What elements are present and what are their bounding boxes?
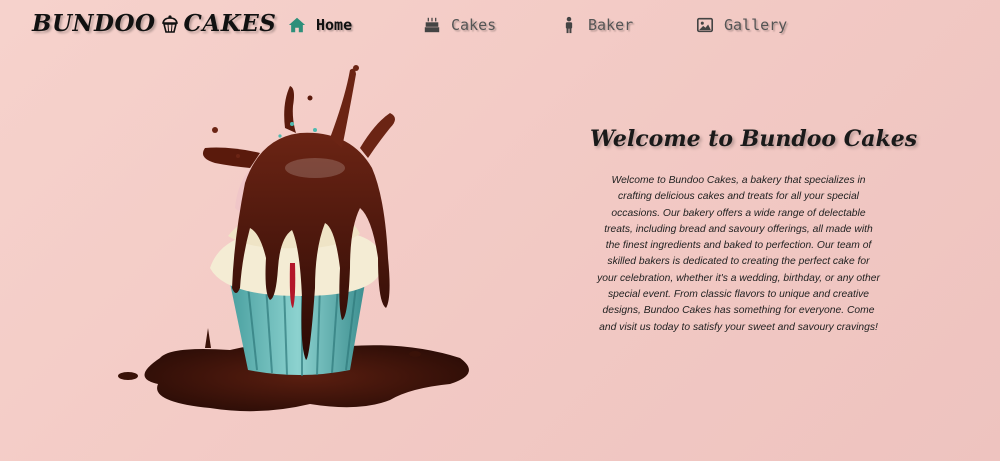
top-navbar: BUNDOO CAKES Home Cakes Baker Gallery xyxy=(0,0,1000,52)
logo-text-right: CAKES xyxy=(183,10,277,37)
nav-label-gallery: Gallery xyxy=(724,16,788,34)
nav-item-cakes[interactable]: Cakes xyxy=(423,14,496,36)
welcome-paragraph: Welcome to Bundoo Cakes, a bakery that s… xyxy=(597,175,880,333)
nav-item-home[interactable]: Home xyxy=(288,14,352,36)
nav-label-cakes: Cakes xyxy=(451,16,497,34)
nav-item-baker[interactable]: Baker xyxy=(560,14,633,36)
birthday-cake-icon xyxy=(424,17,440,33)
cupcake-hero-image xyxy=(118,65,469,412)
nav-item-gallery[interactable]: Gallery xyxy=(696,14,787,36)
home-icon xyxy=(288,17,306,33)
image-icon xyxy=(696,17,714,33)
welcome-title: Welcome to Bundoo Cakes xyxy=(590,126,918,152)
logo-text-left: BUNDOO xyxy=(32,10,156,37)
nav-label-home: Home xyxy=(316,16,353,34)
cupcake-icon xyxy=(161,14,178,33)
person-icon xyxy=(565,16,573,34)
site-logo[interactable]: BUNDOO CAKES xyxy=(32,10,276,37)
nav-label-baker: Baker xyxy=(588,16,634,34)
